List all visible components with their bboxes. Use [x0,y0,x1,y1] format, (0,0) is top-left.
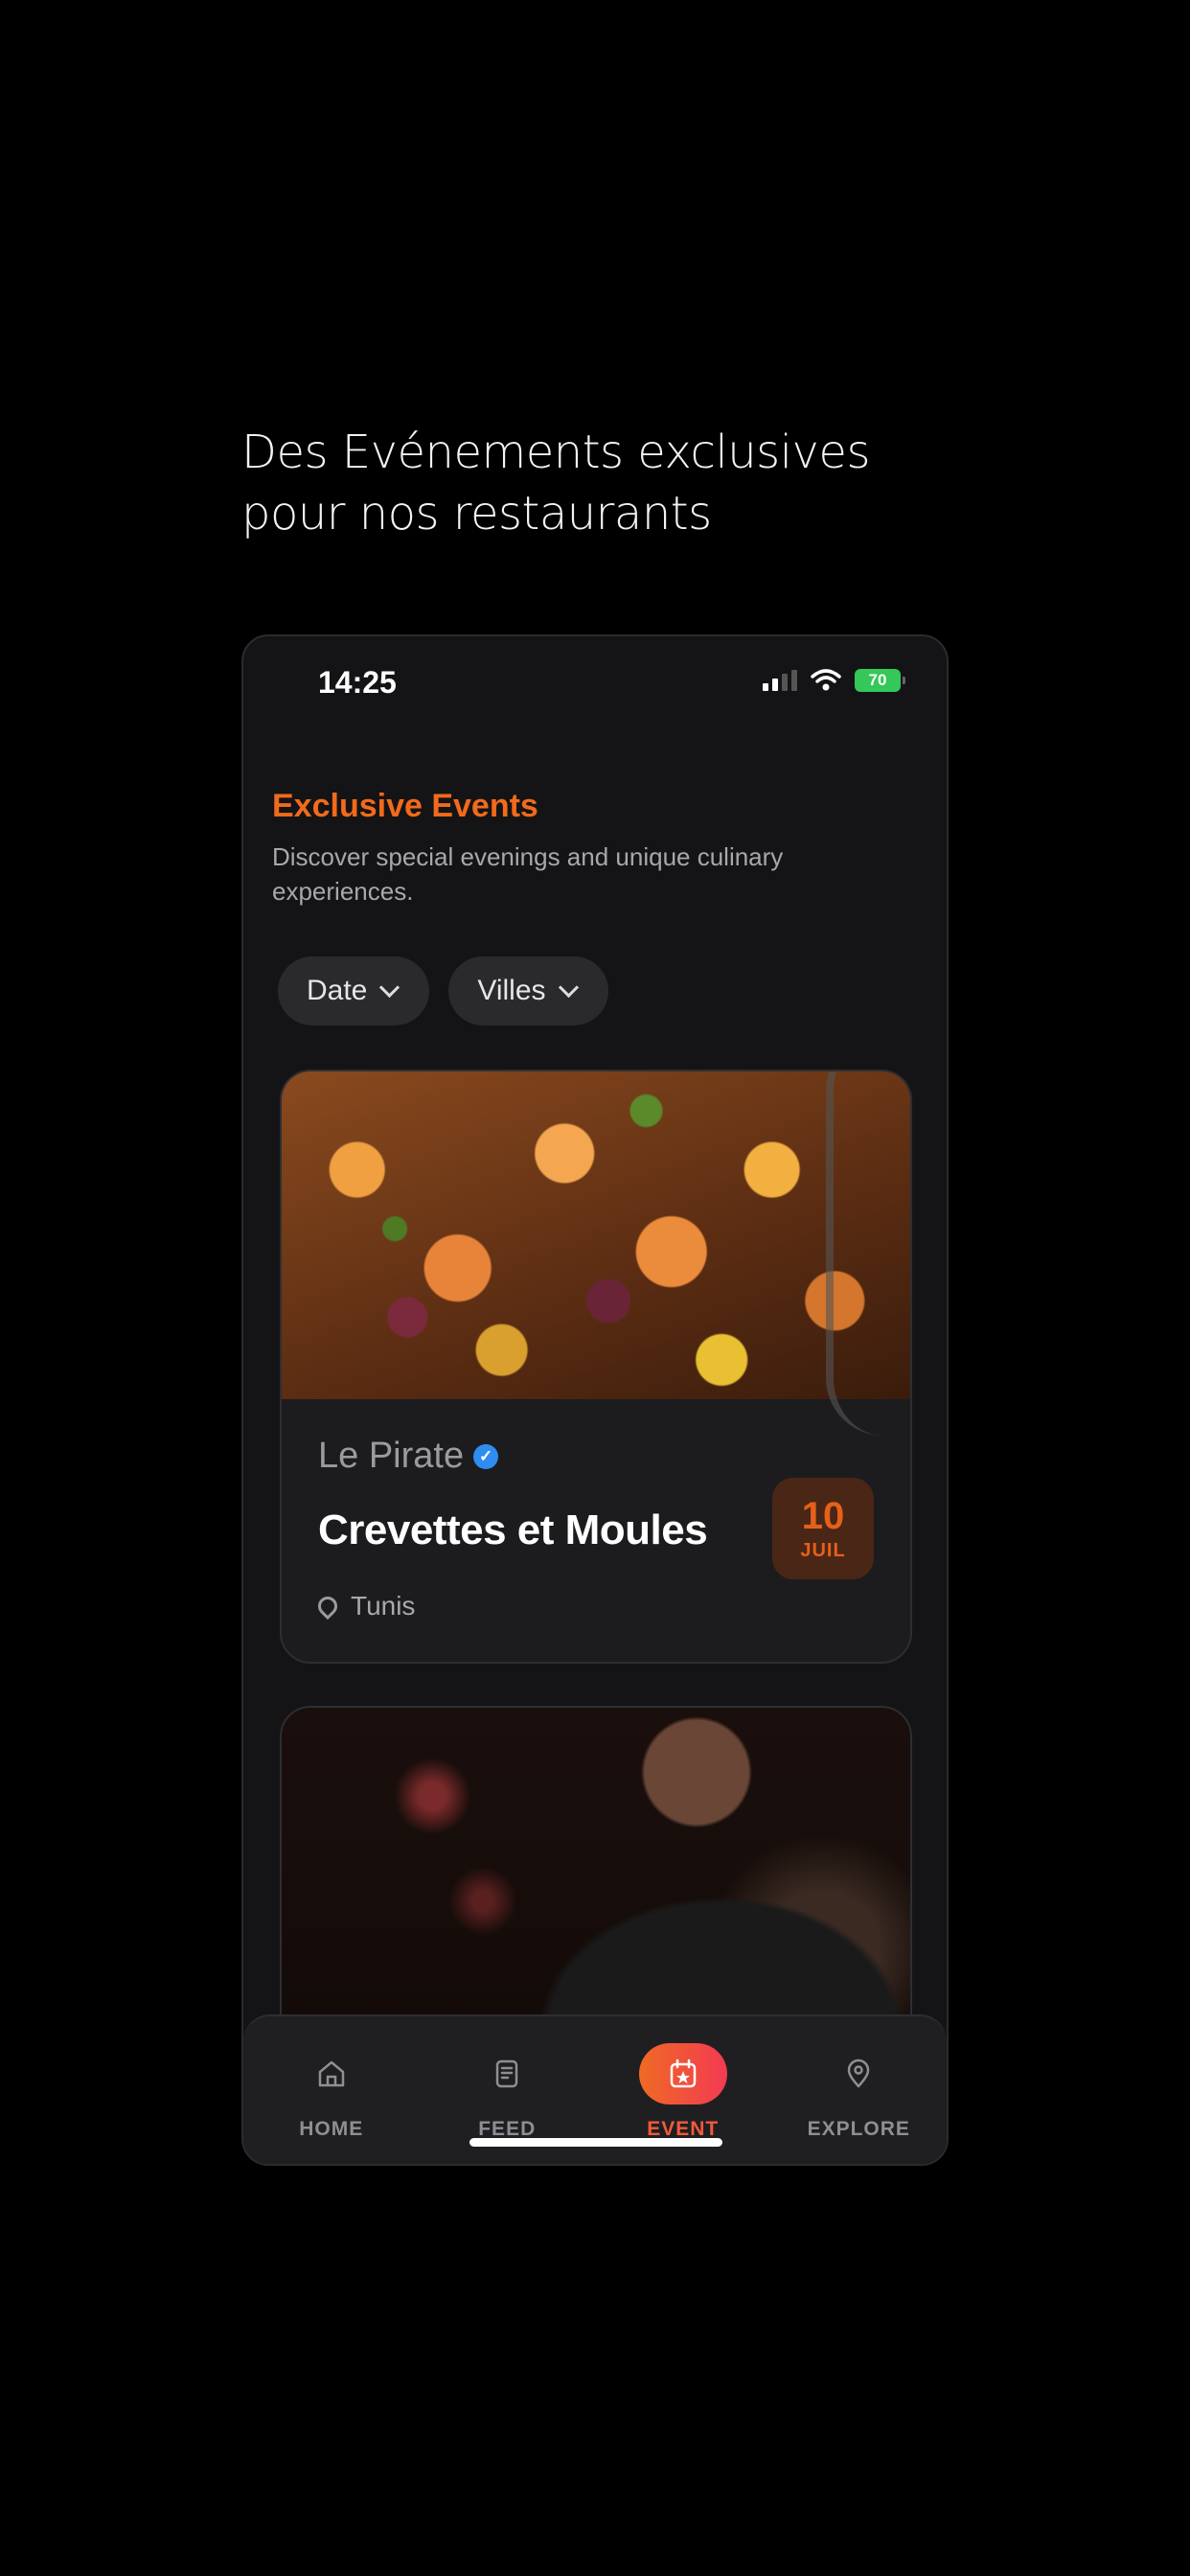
event-title: Crevettes et Moules [318,1506,708,1553]
map-pin-icon [814,2043,903,2104]
tab-feed[interactable]: FEED [430,2043,584,2141]
filter-city-label: Villes [477,975,546,1006]
venue-name-row: Le Pirate ✓ [318,1436,499,1477]
home-indicator[interactable] [469,2138,722,2147]
chevron-down-icon [379,977,400,998]
event-date-month: JUIL [800,1539,846,1561]
filter-bar: Date Villes [278,956,608,1025]
tab-home[interactable]: HOME [255,2043,408,2141]
tab-event[interactable]: EVENT [606,2043,760,2141]
tab-explore-label: EXPLORE [807,2118,910,2140]
headline-line-2: pour nos restaurants [241,487,712,540]
event-date-badge: 10 JUIL [772,1478,874,1579]
wifi-icon [811,669,841,691]
chevron-down-icon [558,977,579,998]
event-image [282,1071,910,1436]
cellular-signal-icon [763,670,797,691]
event-icon [638,2043,727,2104]
battery-icon: 70 [855,669,905,692]
tab-explore[interactable]: EXPLORE [782,2043,935,2141]
status-icons: 70 [763,669,905,692]
promo-headline: Des Evénements exclusives pour nos resta… [241,422,970,544]
bottom-tab-bar: HOME FEED EVENT EXPLORE [243,2014,947,2164]
tab-home-label: HOME [299,2118,364,2140]
event-location: Tunis [313,1591,416,1622]
home-icon [287,2043,376,2104]
feed-icon [463,2043,551,2104]
filter-date-button[interactable]: Date [278,956,430,1025]
filter-date-label: Date [307,975,368,1006]
battery-level: 70 [868,671,887,689]
status-time: 14:25 [318,665,397,700]
event-location-label: Tunis [351,1591,416,1621]
venue-name: Le Pirate [318,1436,465,1476]
event-date-day: 10 [801,1494,845,1537]
page-subtitle: Discover special evenings and unique cul… [272,842,784,906]
filter-city-button[interactable]: Villes [448,956,608,1025]
headline-line-1: Des Evénements exclusives [241,426,870,479]
verified-badge-icon: ✓ [473,1443,499,1469]
event-card[interactable]: Le Pirate ✓ Crevettes et Moules Tunis 10… [280,1070,912,1664]
map-pin-icon [313,1592,342,1621]
phone-mockup: 14:25 70 Exclusive Events Discover speci… [241,634,949,2166]
page-title: Exclusive Events [272,788,538,824]
